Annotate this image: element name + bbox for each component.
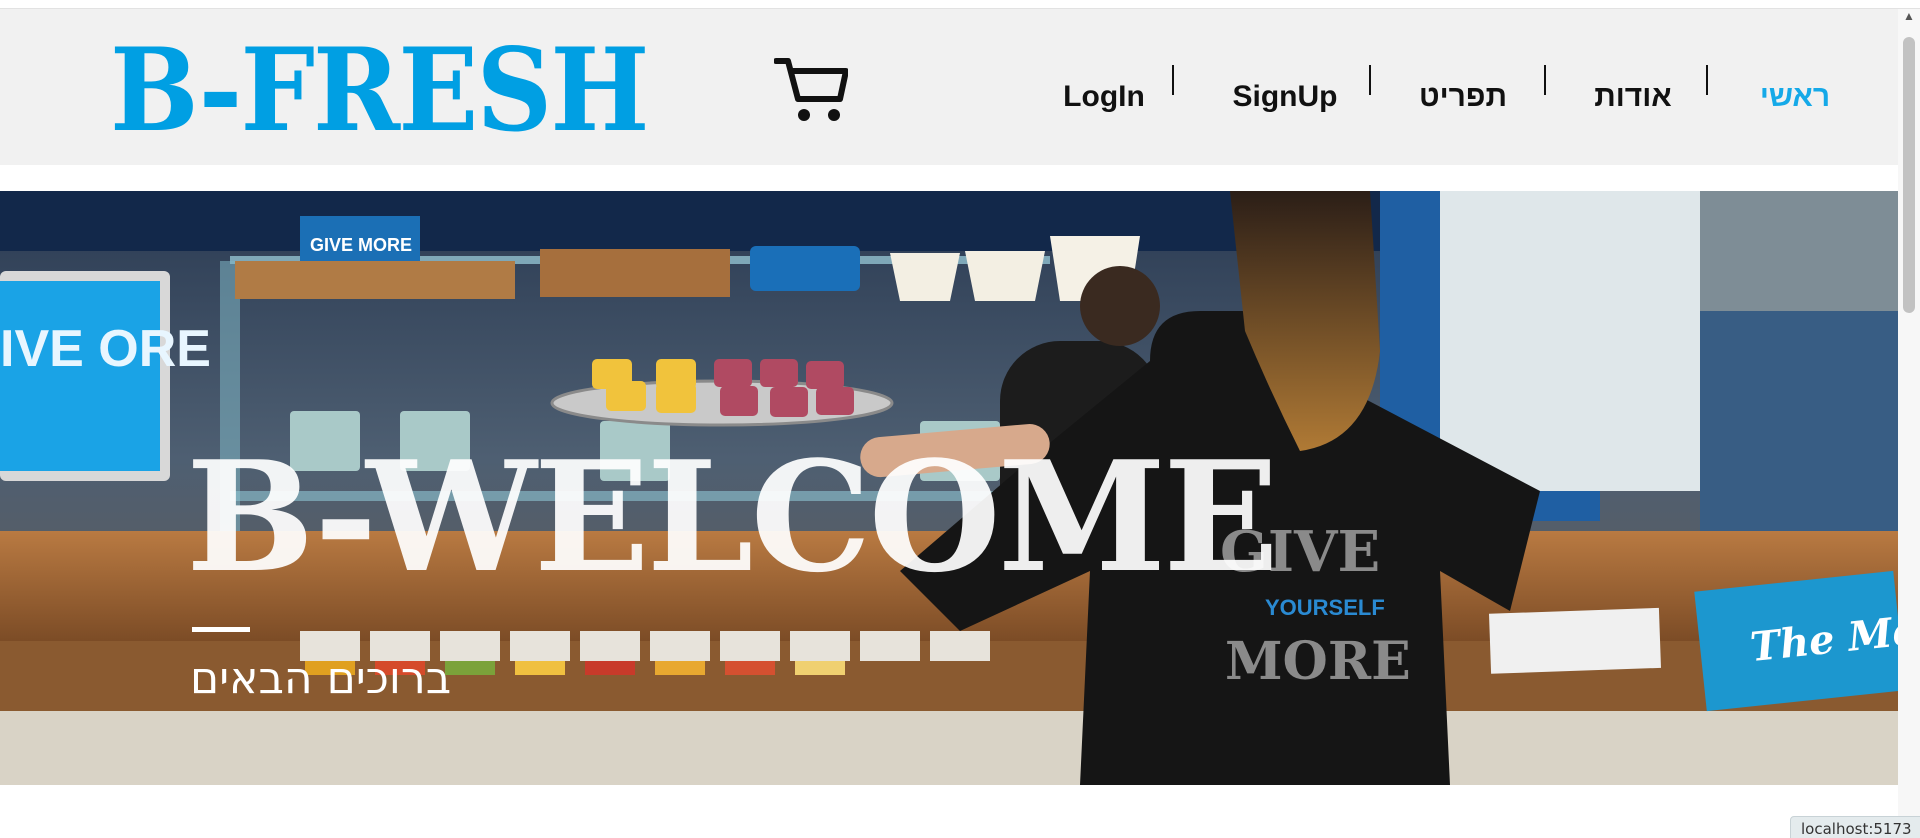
nav-signup[interactable]: SignUp: [1214, 69, 1356, 125]
hero-subtitle: ברוכים הבאים: [190, 653, 452, 704]
vertical-scrollbar[interactable]: ▲: [1898, 9, 1920, 838]
nav-home[interactable]: ראשי: [1740, 69, 1850, 125]
site-header: B-FRESH LogIn SignUp תפריט אודות ראשי: [0, 9, 1898, 165]
nav-separator: [1369, 65, 1371, 95]
cup-text: GIVE MORE: [310, 235, 412, 255]
brand-logo[interactable]: B-FRESH: [110, 33, 649, 147]
screen-text: IVE ORE: [0, 320, 211, 378]
scroll-thumb[interactable]: [1903, 37, 1915, 313]
hero-banner: IVE ORE GIVE MORE GIVE YOURSELF MORE The…: [0, 191, 1898, 785]
nav-menu[interactable]: תפריט: [1408, 69, 1518, 125]
hero-divider: [192, 627, 250, 632]
nav-separator: [1172, 65, 1174, 95]
shirt-text-yourself: YOURSELF: [1265, 595, 1385, 620]
hero-title: B-WELCOME: [186, 427, 1279, 606]
shirt-text-more: MORE: [1225, 631, 1411, 692]
nav-about[interactable]: אודות: [1578, 69, 1688, 125]
page: B-FRESH LogIn SignUp תפריט אודות ראשי IV…: [0, 0, 1920, 838]
status-bar-url: localhost:5173: [1790, 816, 1920, 838]
scroll-up-arrow-icon[interactable]: ▲: [1903, 9, 1915, 23]
nav-separator: [1706, 65, 1708, 95]
browser-top-edge: [0, 0, 1920, 9]
cart-icon[interactable]: [774, 53, 848, 127]
main-nav: LogIn SignUp תפריט אודות ראשי: [1030, 69, 1830, 125]
nav-login[interactable]: LogIn: [1044, 69, 1164, 125]
nav-separator: [1544, 65, 1546, 95]
